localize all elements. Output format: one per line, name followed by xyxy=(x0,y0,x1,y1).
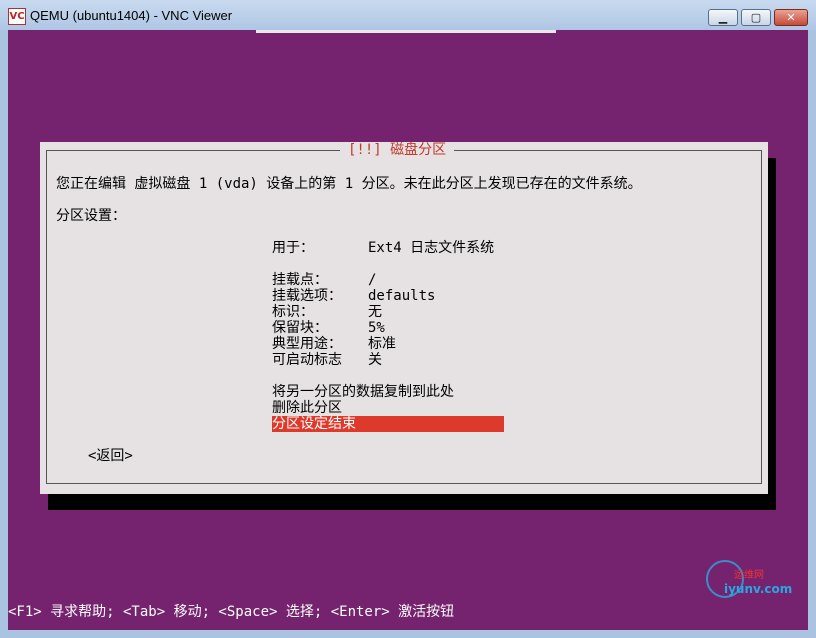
setting-value-usage[interactable]: Ext4 日志文件系统 xyxy=(368,240,494,256)
dialog-border xyxy=(46,150,762,484)
setting-value-typical-usage[interactable]: 标准 xyxy=(368,336,396,352)
maximize-button[interactable]: ▢ xyxy=(741,9,771,26)
setting-value-reserved-blocks[interactable]: 5% xyxy=(368,320,385,336)
window-title: QEMU (ubuntu1404) - VNC Viewer xyxy=(30,8,233,23)
back-button[interactable]: <返回> xyxy=(88,448,133,464)
action-delete-partition[interactable]: 删除此分区 xyxy=(272,400,342,416)
vnc-app-icon: VC xyxy=(8,8,26,25)
setting-label-typical-usage[interactable]: 典型用途： xyxy=(272,336,342,352)
action-copy-data[interactable]: 将另一分区的数据复制到此处 xyxy=(272,384,454,400)
dialog-title: [!!] 磁盘分区 xyxy=(340,142,455,158)
title-bar[interactable]: VC QEMU (ubuntu1404) - VNC Viewer ▁ ▢ ✕ xyxy=(0,0,816,30)
setting-value-label[interactable]: 无 xyxy=(368,304,382,320)
remote-screen[interactable]: [!!] 磁盘分区 您正在编辑 虚拟磁盘 1 (vda) 设备上的第 1 分区。… xyxy=(8,30,808,630)
partition-dialog: [!!] 磁盘分区 您正在编辑 虚拟磁盘 1 (vda) 设备上的第 1 分区。… xyxy=(40,142,768,494)
setting-value-mount-options[interactable]: defaults xyxy=(368,288,435,304)
setting-label-mount-point[interactable]: 挂载点： xyxy=(272,272,328,288)
setting-label-usage[interactable]: 用于： xyxy=(272,240,314,256)
setting-value-mount-point[interactable]: / xyxy=(368,272,376,288)
status-bar: <F1> 寻求帮助; <Tab> 移动; <Space> 选择; <Enter>… xyxy=(8,604,455,620)
close-button[interactable]: ✕ xyxy=(774,9,808,26)
action-done-setting-partition[interactable]: 分区设定结束 xyxy=(272,416,504,432)
section-label: 分区设置： xyxy=(56,208,126,224)
vnc-viewer-window: VC QEMU (ubuntu1404) - VNC Viewer ▁ ▢ ✕ … xyxy=(0,0,816,638)
screen-top-bar xyxy=(256,30,556,33)
watermark: 运维网 iyunv.com xyxy=(706,560,792,600)
setting-label-bootable-flag[interactable]: 可启动标志 xyxy=(272,352,342,368)
watermark-url: iyunv.com xyxy=(724,582,793,596)
setting-label-reserved-blocks[interactable]: 保留块： xyxy=(272,320,328,336)
minimize-button[interactable]: ▁ xyxy=(708,9,738,26)
setting-label-label[interactable]: 标识： xyxy=(272,304,314,320)
setting-value-bootable-flag[interactable]: 关 xyxy=(368,352,382,368)
watermark-text: 运维网 xyxy=(734,570,764,581)
dialog-intro: 您正在编辑 虚拟磁盘 1 (vda) 设备上的第 1 分区。未在此分区上发现已存… xyxy=(56,176,642,192)
setting-label-mount-options[interactable]: 挂载选项： xyxy=(272,288,342,304)
